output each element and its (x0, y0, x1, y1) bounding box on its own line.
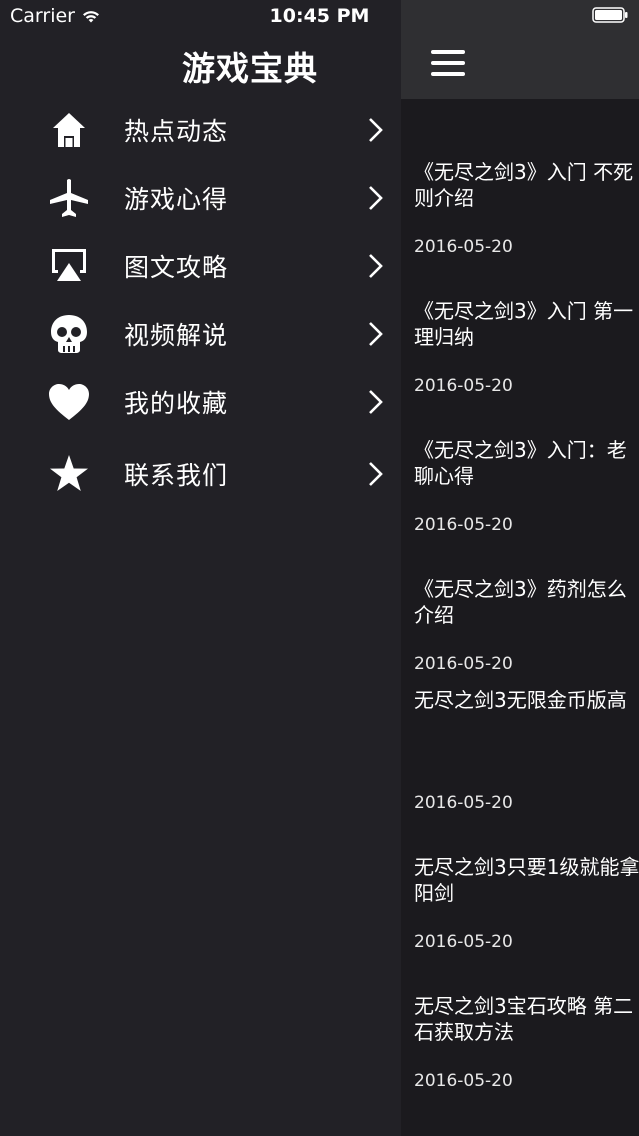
menu-item-favorites[interactable]: 我的收藏 (0, 368, 401, 436)
article-item[interactable]: 《无尽之剑3》入门 不死 则介绍 2016-05-20 (401, 99, 639, 257)
hamburger-menu-icon[interactable] (431, 50, 467, 76)
heart-icon (47, 380, 91, 424)
article-list: 《无尽之剑3》入门 不死 则介绍 2016-05-20 《无尽之剑3》入门 第一… (401, 99, 639, 1091)
article-title-line1: 无尽之剑3无限金币版高 (414, 688, 627, 712)
article-title: 《无尽之剑3》入门 不死 则介绍 (414, 159, 639, 211)
article-title-line1: 《无尽之剑3》入门：老 (414, 438, 627, 462)
article-title: 《无尽之剑3》入门 第一 理归纳 (414, 298, 639, 350)
article-item[interactable]: 无尽之剑3宝石攻略 第二 石获取方法 2016-05-20 (401, 933, 639, 1091)
content-panel: 《无尽之剑3》入门 不死 则介绍 2016-05-20 《无尽之剑3》入门 第一… (401, 0, 639, 1136)
menu-item-label: 游戏心得 (124, 185, 229, 214)
article-title-line2: 石获取方法 (414, 1020, 514, 1044)
menu-item-label: 联系我们 (124, 461, 229, 490)
menu-item-guides[interactable]: 图文攻略 (0, 232, 401, 300)
star-icon (47, 452, 91, 496)
menu-item-label: 热点动态 (124, 117, 229, 146)
airplay-icon (47, 244, 91, 288)
menu-item-contact-us[interactable]: 联系我们 (0, 436, 401, 512)
menu-item-hot-news[interactable]: 热点动态 (0, 96, 401, 164)
article-title: 无尽之剑3无限金币版高 (414, 687, 639, 713)
chevron-right-icon (369, 462, 383, 486)
article-title-line2: 阳剑 (414, 881, 454, 905)
article-title-line1: 无尽之剑3宝石攻略 第二 (414, 994, 634, 1018)
article-item[interactable]: 《无尽之剑3》药剂怎么 介绍 2016-05-20 (401, 516, 639, 674)
article-item[interactable]: 无尽之剑3只要1级就能拿 阳剑 2016-05-20 (401, 794, 639, 952)
app-screen: Carrier 游戏宝典 热点动态 游戏心得 图文攻略 视频解说 我的收藏 联系… (0, 0, 639, 1136)
article-title: 无尽之剑3只要1级就能拿 阳剑 (414, 854, 639, 906)
article-title-line2: 则介绍 (414, 186, 474, 210)
article-title-line1: 《无尽之剑3》入门 第一 (414, 299, 634, 323)
article-date: 2016-05-20 (414, 1071, 513, 1091)
article-title: 《无尽之剑3》药剂怎么 介绍 (414, 576, 639, 628)
article-item[interactable]: 《无尽之剑3》入门：老 聊心得 2016-05-20 (401, 377, 639, 535)
chevron-right-icon (369, 254, 383, 278)
menu-item-game-tips[interactable]: 游戏心得 (0, 164, 401, 232)
drawer-menu: 热点动态 游戏心得 图文攻略 视频解说 我的收藏 联系我们 (0, 96, 401, 512)
article-title-line1: 《无尽之剑3》药剂怎么 (414, 577, 627, 601)
side-drawer: Carrier 游戏宝典 热点动态 游戏心得 图文攻略 视频解说 我的收藏 联系… (0, 0, 401, 1136)
article-title-line2: 理归纳 (414, 325, 474, 349)
chevron-right-icon (369, 322, 383, 346)
skull-icon (47, 312, 91, 356)
chevron-right-icon (369, 118, 383, 142)
chevron-right-icon (369, 390, 383, 414)
article-title-line2: 介绍 (414, 603, 454, 627)
menu-item-label: 我的收藏 (124, 389, 229, 418)
article-title-line2: 聊心得 (414, 464, 474, 488)
chevron-right-icon (369, 186, 383, 210)
article-title-line1: 无尽之剑3只要1级就能拿 (414, 855, 639, 879)
article-item[interactable]: 《无尽之剑3》入门 第一 理归纳 2016-05-20 (401, 238, 639, 396)
article-title: 无尽之剑3宝石攻略 第二 石获取方法 (414, 993, 639, 1045)
menu-item-videos[interactable]: 视频解说 (0, 300, 401, 368)
menu-item-label: 视频解说 (124, 321, 229, 350)
article-item[interactable]: 无尽之剑3无限金币版高 2016-05-20 (401, 655, 639, 813)
article-title: 《无尽之剑3》入门：老 聊心得 (414, 437, 639, 489)
article-title-line1: 《无尽之剑3》入门 不死 (414, 160, 634, 184)
home-icon (47, 108, 91, 152)
airplane-icon (47, 176, 91, 220)
status-time: 10:45 PM (269, 5, 370, 27)
menu-item-label: 图文攻略 (124, 253, 229, 282)
